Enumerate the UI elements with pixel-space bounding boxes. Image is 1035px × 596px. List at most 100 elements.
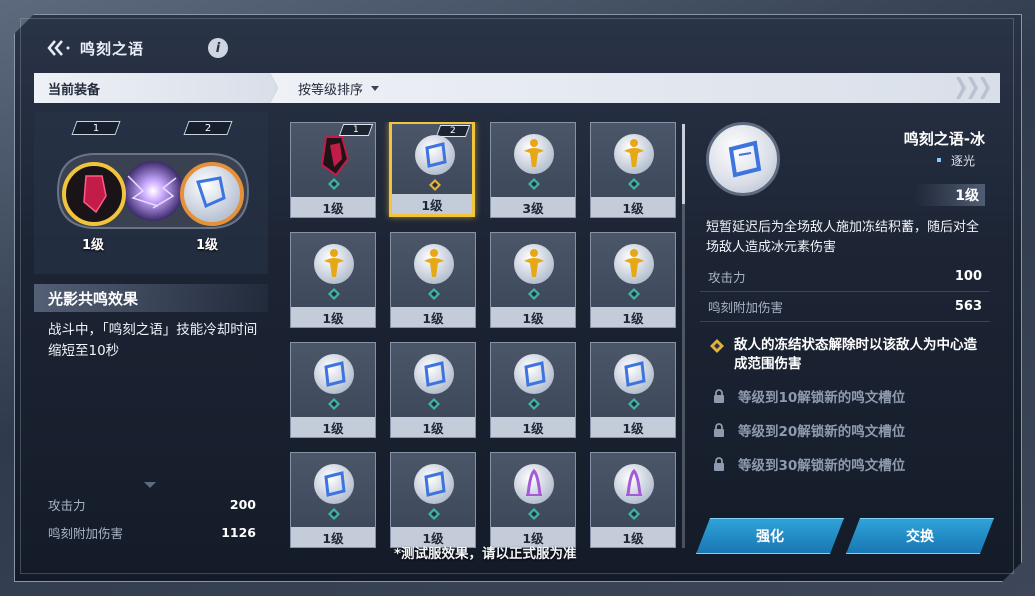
title-bar: 鸣刻之语 — [44, 34, 144, 62]
card-level: 1级 — [591, 307, 675, 327]
equipped-level-1: 1级 — [82, 238, 105, 253]
dark-gem-icon — [320, 136, 350, 177]
stat-row-attack: 攻击力 200 — [34, 490, 264, 518]
locked-slot-10: 等级到10解锁新的鸣文槽位 — [712, 386, 905, 406]
rune-slot-icon — [328, 178, 340, 190]
left-stats: 攻击力 200 鸣刻附加伤害 1126 — [34, 490, 264, 546]
stat-label: 攻击力 — [48, 497, 86, 513]
rune-slot-icon — [528, 508, 540, 520]
rune-card[interactable]: 1级 — [590, 122, 676, 218]
stat-value: 100 — [954, 269, 982, 284]
effect-text: 敌人的冻结状态解除时以该敌人为中心造成范围伤害 — [734, 337, 977, 372]
card-level: 3级 — [491, 197, 575, 217]
tab-equipped[interactable]: 当前装备 — [34, 73, 278, 103]
rune-card[interactable]: 1级 — [290, 232, 376, 328]
card-level: 1级 — [291, 197, 375, 217]
locked-slot-text: 等级到30解锁新的鸣文槽位 — [738, 458, 906, 474]
rune-card[interactable]: 1级 — [490, 452, 576, 548]
equipped-level-2: 1级 — [196, 238, 219, 253]
rune-card[interactable]: 1级 — [590, 342, 676, 438]
rune-card[interactable]: 1级 — [590, 232, 676, 328]
equipped-panel: 1 2 1级 1级 — [34, 112, 268, 274]
upgrade-button[interactable]: 强化 — [696, 518, 844, 554]
rune-slot-icon — [628, 508, 640, 520]
chevron-down-icon — [144, 482, 156, 488]
rune-card[interactable]: 1级 — [390, 452, 476, 548]
detail-stat-bonus-damage: 鸣刻附加伤害 563 — [700, 292, 990, 322]
rune-card[interactable]: 1级 — [290, 452, 376, 548]
gold-gem-icon — [414, 244, 454, 284]
rune-slot-icon — [528, 288, 540, 300]
grid-scrollbar[interactable] — [682, 124, 685, 548]
sort-label: 按等级排序 — [298, 83, 364, 98]
resonance-title: 光影共鸣效果 — [48, 290, 139, 308]
rune-slot-icon — [429, 179, 441, 191]
rune-slot-icon — [628, 288, 640, 300]
card-level: 1级 — [291, 527, 375, 547]
gold-gem-icon — [614, 244, 654, 284]
rune-card[interactable]: 1 1级 — [290, 122, 376, 218]
locked-slot-text: 等级到20解锁新的鸣文槽位 — [738, 424, 906, 440]
card-level: 1级 — [391, 307, 475, 327]
detail-subtitle: 逐光 — [950, 154, 975, 168]
locked-slot-30: 等级到30解锁新的鸣文槽位 — [712, 454, 905, 474]
chevrons-decoration — [956, 77, 990, 99]
card-level: 1级 — [491, 307, 575, 327]
rune-card[interactable]: 1级 — [390, 232, 476, 328]
gold-gem-icon — [514, 134, 554, 174]
equipped-socket-art — [56, 153, 250, 229]
ice-gem-icon — [514, 354, 554, 394]
resonance-description: 战斗中，「鸣刻之语」技能冷却时间缩短至10秒 — [48, 322, 258, 359]
detail-description: 短暂延迟后为全场敌人施加冻结积蓄，随后对全场敌人造成冰元素伤害 — [706, 220, 980, 255]
stat-label: 攻击力 — [708, 270, 746, 285]
purple-gem-icon — [614, 464, 654, 504]
rune-card[interactable]: 1级 — [290, 342, 376, 438]
stat-label: 鸣刻附加伤害 — [708, 300, 784, 315]
rune-card[interactable]: 1级 — [390, 342, 476, 438]
rune-card[interactable]: 1级 — [490, 342, 576, 438]
subtitle-marker-icon — [937, 158, 941, 162]
card-level: 1级 — [392, 194, 472, 214]
detail-name: 鸣刻之语-冰 — [903, 130, 985, 148]
ice-gem-icon — [415, 135, 455, 175]
back-chevron-icon[interactable] — [44, 37, 72, 59]
swap-button[interactable]: 交换 — [846, 518, 994, 554]
lock-icon — [714, 423, 724, 437]
ice-gem-icon — [414, 464, 454, 504]
ice-gem-icon — [314, 464, 354, 504]
rune-card[interactable]: 1级 — [490, 232, 576, 328]
card-level: 1级 — [291, 307, 375, 327]
slot-number-2: 2 — [183, 121, 233, 135]
rune-slot-icon — [628, 398, 640, 410]
card-level: 1级 — [591, 527, 675, 547]
card-level: 1级 — [291, 417, 375, 437]
rune-slot-icon — [528, 178, 540, 190]
detail-stats: 攻击力 100 鸣刻附加伤害 563 — [700, 262, 990, 322]
rune-slot-icon — [428, 288, 440, 300]
gold-diamond-icon — [710, 339, 724, 353]
ice-gem-icon — [614, 354, 654, 394]
slot-number-1: 1 — [71, 121, 121, 135]
locked-slot-text: 等级到10解锁新的鸣文槽位 — [738, 390, 906, 406]
rune-effect: 敌人的冻结状态解除时以该敌人为中心造成范围伤害 — [710, 336, 990, 374]
stat-label: 鸣刻附加伤害 — [48, 525, 124, 541]
gold-gem-icon — [514, 244, 554, 284]
resonance-title-bar: 光影共鸣效果 — [34, 284, 268, 312]
info-icon[interactable]: i — [208, 38, 228, 58]
card-level: 1级 — [591, 417, 675, 437]
ice-gem-icon — [414, 354, 454, 394]
rune-card[interactable]: 3级 — [490, 122, 576, 218]
rune-card[interactable]: 2 1级 — [389, 122, 475, 217]
purple-gem-icon — [514, 464, 554, 504]
card-level: 1级 — [391, 417, 475, 437]
stat-row-bonus-damage: 鸣刻附加伤害 1126 — [34, 518, 264, 546]
gold-gem-icon — [314, 244, 354, 284]
tab-equipped-label: 当前装备 — [48, 83, 101, 98]
detail-ice-gem-icon — [706, 122, 780, 196]
ice-gem-icon — [314, 354, 354, 394]
card-level: 1级 — [591, 197, 675, 217]
detail-stat-attack: 攻击力 100 — [700, 262, 990, 292]
rune-slot-icon — [328, 398, 340, 410]
sort-dropdown[interactable]: 按等级排序 — [298, 79, 380, 98]
rune-card[interactable]: 1级 — [590, 452, 676, 548]
